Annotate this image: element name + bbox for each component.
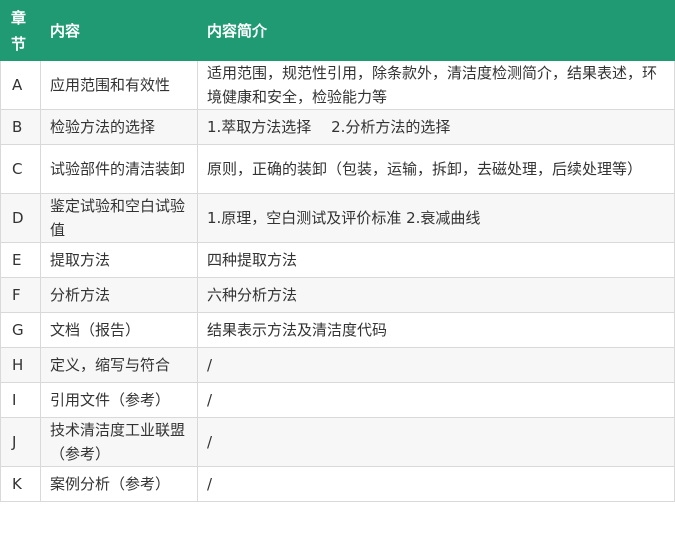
- row-content: 检验方法的选择: [40, 109, 198, 145]
- row-chapter: H: [0, 347, 41, 383]
- table-row: C 试验部件的清洁装卸 原则，正确的装卸（包装，运输，拆卸，去磁处理，后续处理等…: [0, 144, 675, 194]
- row-summary: 六种分析方法: [197, 277, 675, 313]
- table-header-row: 章节 内容 内容简介: [0, 0, 675, 61]
- table-row: B 检验方法的选择 1.萃取方法选择 2.分析方法的选择: [0, 109, 675, 145]
- row-content: 鉴定试验和空白试验值: [40, 193, 198, 243]
- chapter-table: 章节 内容 内容简介 A 应用范围和有效性 适用范围，规范性引用，除条款外，清洁…: [0, 0, 675, 502]
- table-row: E 提取方法 四种提取方法: [0, 242, 675, 278]
- row-summary: /: [197, 347, 675, 383]
- row-chapter: A: [0, 60, 41, 110]
- row-chapter: K: [0, 466, 41, 502]
- row-content: 引用文件（参考）: [40, 382, 198, 418]
- header-chapter: 章节: [0, 0, 41, 61]
- row-summary: 适用范围，规范性引用，除条款外，清洁度检测简介，结果表述，环境健康和安全，检验能…: [197, 60, 675, 110]
- row-content: 文档（报告）: [40, 312, 198, 348]
- row-chapter: B: [0, 109, 41, 145]
- table-row: J 技术清洁度工业联盟（参考） /: [0, 417, 675, 467]
- row-chapter: G: [0, 312, 41, 348]
- row-chapter: F: [0, 277, 41, 313]
- header-content: 内容: [40, 0, 198, 61]
- row-chapter: C: [0, 144, 41, 194]
- table-row: A 应用范围和有效性 适用范围，规范性引用，除条款外，清洁度检测简介，结果表述，…: [0, 60, 675, 110]
- row-summary: 原则，正确的装卸（包装，运输，拆卸，去磁处理，后续处理等）: [197, 144, 675, 194]
- table-row: D 鉴定试验和空白试验值 1.原理，空白测试及评价标准 2.衰减曲线: [0, 193, 675, 243]
- row-chapter: J: [0, 417, 41, 467]
- table-row: K 案例分析（参考） /: [0, 466, 675, 502]
- row-summary: 1.萃取方法选择 2.分析方法的选择: [197, 109, 675, 145]
- row-summary: /: [197, 466, 675, 502]
- header-summary: 内容简介: [197, 0, 675, 61]
- table-row: F 分析方法 六种分析方法: [0, 277, 675, 313]
- row-content: 提取方法: [40, 242, 198, 278]
- row-summary: /: [197, 417, 675, 467]
- table-row: I 引用文件（参考） /: [0, 382, 675, 418]
- row-content: 试验部件的清洁装卸: [40, 144, 198, 194]
- row-summary: 结果表示方法及清洁度代码: [197, 312, 675, 348]
- row-content: 应用范围和有效性: [40, 60, 198, 110]
- row-chapter: D: [0, 193, 41, 243]
- row-summary: 1.原理，空白测试及评价标准 2.衰减曲线: [197, 193, 675, 243]
- row-content: 案例分析（参考）: [40, 466, 198, 502]
- row-content: 定义，缩写与符合: [40, 347, 198, 383]
- table-row: H 定义，缩写与符合 /: [0, 347, 675, 383]
- row-summary: /: [197, 382, 675, 418]
- row-summary: 四种提取方法: [197, 242, 675, 278]
- row-chapter: E: [0, 242, 41, 278]
- table-row: G 文档（报告） 结果表示方法及清洁度代码: [0, 312, 675, 348]
- row-chapter: I: [0, 382, 41, 418]
- row-content: 技术清洁度工业联盟（参考）: [40, 417, 198, 467]
- row-content: 分析方法: [40, 277, 198, 313]
